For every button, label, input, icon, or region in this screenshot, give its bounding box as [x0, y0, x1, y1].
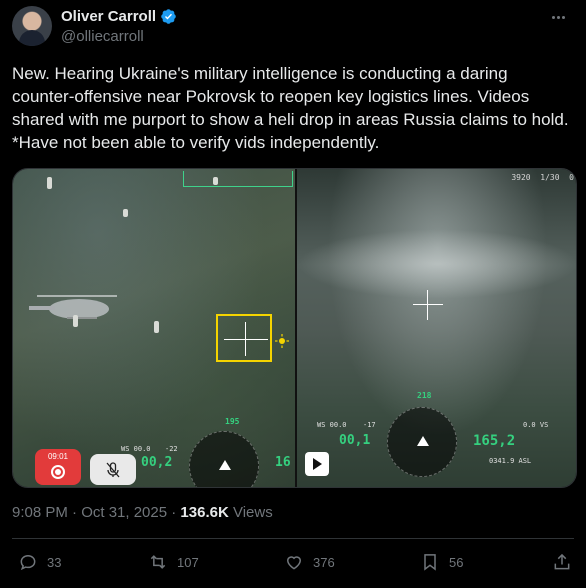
- hud-speed: 00,2: [141, 455, 173, 470]
- bookmark-icon: [424, 554, 436, 571]
- media-container[interactable]: 195 WS 00.0 -22 00,2 16 09:01 3920 1/30 …: [12, 168, 577, 488]
- hud-tilt: -17: [363, 421, 376, 429]
- sun-icon: [275, 334, 289, 348]
- record-button[interactable]: 09:01: [35, 449, 81, 485]
- person-figure: [154, 321, 159, 333]
- tweet-timestamp[interactable]: 9:08 PM · Oct 31, 2025 ·: [12, 504, 180, 521]
- video-left[interactable]: 195 WS 00.0 -22 00,2 16 09:01: [13, 169, 295, 487]
- hud-speed: 00,1: [339, 433, 371, 448]
- bookmark-button[interactable]: 56: [420, 552, 463, 572]
- action-bar: 33 107 376 56: [12, 548, 574, 580]
- fog-haze: [297, 229, 576, 299]
- target-box: [216, 314, 272, 362]
- mute-button[interactable]: [90, 454, 136, 485]
- repost-count: 107: [177, 554, 199, 570]
- repost-icon: [150, 555, 166, 569]
- person-figure: [213, 177, 218, 185]
- tweet-header: Oliver Carroll @olliecarroll: [12, 6, 574, 50]
- views-count: 136.6K: [180, 504, 229, 521]
- heading-compass: [387, 407, 457, 477]
- hud-tilt: -22: [165, 445, 178, 453]
- author-handle[interactable]: @olliecarroll: [61, 28, 144, 45]
- hud-ws: WS 00.0: [317, 421, 347, 429]
- reply-count: 33: [47, 554, 62, 570]
- hud-ws: WS 00.0: [121, 445, 151, 453]
- hud-vs: 0.0 VS: [523, 421, 549, 429]
- person-figure: [123, 209, 128, 217]
- hud-top-bracket: [183, 171, 293, 187]
- repost-button[interactable]: 107: [148, 552, 199, 572]
- hud-alt: 16: [275, 455, 291, 470]
- like-count: 376: [313, 554, 335, 570]
- record-icon: [51, 465, 65, 479]
- crosshair-icon: [413, 290, 443, 320]
- reply-button[interactable]: 33: [18, 552, 61, 572]
- author-name[interactable]: Oliver Carroll: [61, 8, 156, 25]
- author-name-row: Oliver Carroll: [61, 8, 177, 25]
- hud-alt: 165,2: [473, 433, 516, 449]
- verified-badge-icon: [161, 9, 176, 24]
- heading-compass: [189, 431, 259, 487]
- bookmark-count: 56: [449, 554, 464, 570]
- avatar[interactable]: [12, 6, 52, 46]
- share-button[interactable]: [552, 552, 572, 572]
- person-figure: [47, 177, 52, 189]
- heart-icon: [286, 556, 302, 570]
- tweet-text: New. Hearing Ukraine's military intellig…: [12, 64, 569, 152]
- record-time: 09:01: [47, 452, 69, 461]
- video-right[interactable]: 3920 1/30 0 218 WS 00.0 -17 00,1 0.0 VS …: [297, 169, 576, 487]
- share-icon: [554, 553, 570, 570]
- like-button[interactable]: 376: [284, 552, 335, 572]
- tweet-meta: 9:08 PM · Oct 31, 2025 · 136.6K Views: [12, 504, 273, 521]
- person-figure: [73, 315, 78, 327]
- divider: [12, 538, 574, 539]
- hud-heading: 218: [417, 391, 432, 400]
- hud-asl: 0341.9 ASL: [489, 457, 532, 465]
- views-label: Views: [228, 504, 273, 521]
- hud-heading: 195: [225, 417, 240, 426]
- mic-off-icon: [106, 461, 120, 477]
- play-button[interactable]: [305, 452, 329, 476]
- more-options-icon[interactable]: [548, 8, 568, 26]
- play-icon: [313, 458, 322, 470]
- hud-top-readout: 3920 1/30 0: [511, 173, 574, 182]
- reply-icon: [20, 554, 36, 571]
